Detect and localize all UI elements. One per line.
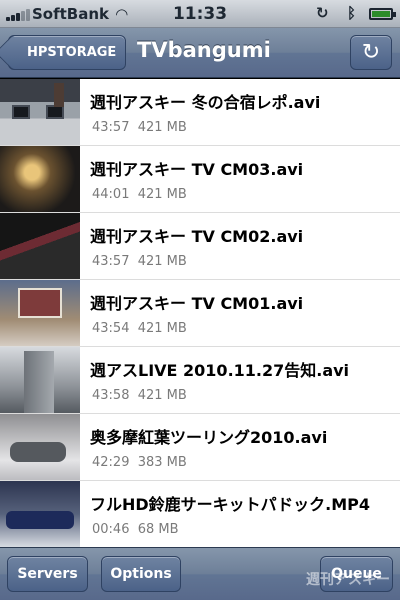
list-item[interactable]: 週刊アスキー TV CM01.avi 43:54 421 MB [0, 280, 400, 347]
navigation-bar: HPSTORAGE TVbangumi ↻ [0, 28, 400, 78]
servers-button[interactable]: Servers [7, 556, 88, 592]
bottom-toolbar: Servers Options Queue [0, 547, 400, 600]
file-duration: 43:57 [92, 120, 130, 135]
back-button-label: HPSTORAGE [27, 45, 117, 60]
status-time: 11:33 [172, 4, 228, 24]
list-item[interactable]: フルHD鈴鹿サーキットパドック.MP4 00:46 68 MB [0, 481, 400, 547]
file-size: 421 MB [137, 321, 187, 336]
options-button[interactable]: Options [101, 556, 181, 592]
list-item[interactable]: 週刊アスキー TV CM03.avi 44:01 421 MB [0, 146, 400, 213]
video-thumbnail [0, 146, 80, 212]
file-meta: 43:54 421 MB [92, 321, 187, 336]
bluetooth-icon: ᛒ [347, 4, 357, 22]
file-name: 週アスLIVE 2010.11.27告知.avi [90, 361, 350, 380]
rotation-lock-icon: ↻ [316, 4, 329, 22]
video-thumbnail [0, 79, 80, 145]
refresh-button[interactable]: ↻ [350, 35, 392, 70]
file-meta: 43:58 421 MB [92, 388, 187, 403]
file-size: 421 MB [137, 388, 187, 403]
file-name: 奥多摩紅葉ツーリング2010.avi [90, 428, 328, 447]
file-duration: 44:01 [92, 187, 130, 202]
file-name: 週刊アスキー TV CM03.avi [90, 160, 304, 179]
file-name: 週刊アスキー 冬の合宿レポ.avi [90, 93, 321, 112]
file-name: 週刊アスキー TV CM01.avi [90, 294, 304, 313]
battery-icon [369, 8, 396, 20]
list-item[interactable]: 奥多摩紅葉ツーリング2010.avi 42:29 383 MB [0, 414, 400, 481]
video-thumbnail [0, 347, 80, 413]
refresh-icon: ↻ [361, 40, 381, 65]
file-duration: 00:46 [92, 522, 130, 537]
file-meta: 42:29 383 MB [92, 455, 187, 470]
file-size: 383 MB [137, 455, 187, 470]
file-duration: 43:58 [92, 388, 130, 403]
status-bar: SoftBank ◠ 11:33 ↻ ᛒ [0, 0, 400, 28]
file-duration: 43:54 [92, 321, 130, 336]
file-size: 68 MB [137, 522, 179, 537]
list-item[interactable]: 週アスLIVE 2010.11.27告知.avi 43:58 421 MB [0, 347, 400, 414]
video-thumbnail [0, 213, 80, 279]
list-item[interactable]: 週刊アスキー TV CM02.avi 43:57 421 MB [0, 213, 400, 280]
file-meta: 44:01 421 MB [92, 187, 187, 202]
file-meta: 43:57 421 MB [92, 254, 187, 269]
file-size: 421 MB [137, 187, 187, 202]
video-thumbnail [0, 481, 80, 547]
file-meta: 00:46 68 MB [92, 522, 179, 537]
file-size: 421 MB [137, 120, 187, 135]
video-thumbnail [0, 414, 80, 480]
page-title: TVbangumi [137, 38, 271, 62]
file-list: 週刊アスキー 冬の合宿レポ.avi 43:57 421 MB 週刊アスキー TV… [0, 79, 400, 547]
file-size: 421 MB [137, 254, 187, 269]
queue-button[interactable]: Queue [320, 556, 393, 592]
video-thumbnail [0, 280, 80, 346]
file-name: 週刊アスキー TV CM02.avi [90, 227, 304, 246]
list-item[interactable]: 週刊アスキー 冬の合宿レポ.avi 43:57 421 MB [0, 79, 400, 146]
back-button[interactable]: HPSTORAGE [8, 35, 126, 70]
file-meta: 43:57 421 MB [92, 120, 187, 135]
file-duration: 42:29 [92, 455, 130, 470]
file-name: フルHD鈴鹿サーキットパドック.MP4 [90, 495, 371, 514]
file-duration: 43:57 [92, 254, 130, 269]
